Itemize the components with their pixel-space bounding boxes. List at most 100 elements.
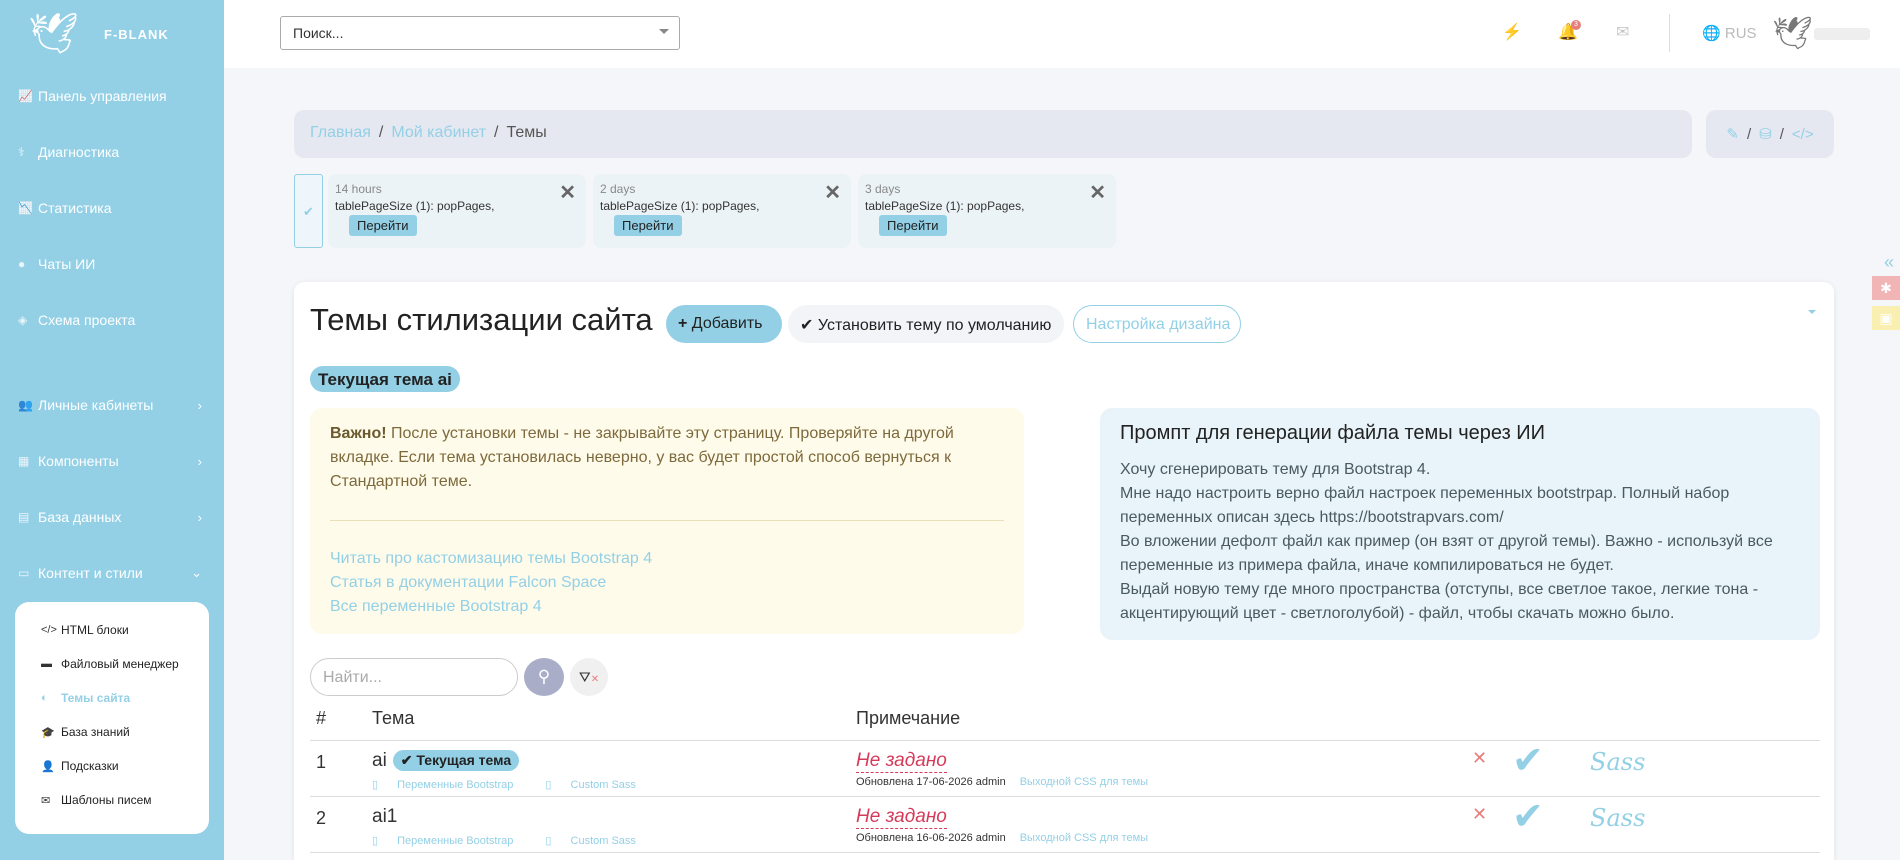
monitor-icon[interactable]: ▣ xyxy=(1872,306,1900,330)
chevron-down-icon[interactable] xyxy=(1808,310,1816,314)
language-switch[interactable]: 🌐 RUS xyxy=(1702,24,1757,42)
breadcrumb-home[interactable]: Главная xyxy=(310,124,371,141)
submenu-item-label: Подсказки xyxy=(61,759,119,773)
graduation-icon: 🎓 xyxy=(41,726,55,739)
delete-icon[interactable]: ✕ xyxy=(1472,748,1487,769)
username-placeholder[interactable] xyxy=(1814,28,1870,40)
breadcrumb-separator: / xyxy=(1779,125,1784,143)
logo-text: F-BLANK xyxy=(104,26,169,42)
sidebar-item-database[interactable]: ▤ База данных › xyxy=(0,489,224,545)
link-falcon-docs[interactable]: Статья в документации Falcon Space xyxy=(330,571,1004,595)
dove-logo-icon: 🕊 xyxy=(28,12,79,56)
language-label: RUS xyxy=(1724,25,1757,42)
design-settings-button[interactable]: Настройка дизайна xyxy=(1073,305,1241,343)
sidebar-item-content[interactable]: ▭ Контент и стили ⌄ xyxy=(0,545,224,601)
bug-icon[interactable]: ✱ xyxy=(1872,276,1900,300)
output-css-link[interactable]: Выходной CSS для темы xyxy=(1020,832,1148,844)
set-default-label: Установить тему по умолчанию xyxy=(817,317,1052,334)
current-theme-tag-label: Текущая тема xyxy=(416,752,512,769)
double-chevron-left-icon[interactable]: « xyxy=(1884,252,1894,273)
theme-name-text: ai xyxy=(372,750,387,771)
close-icon[interactable]: ✕ xyxy=(824,180,841,205)
breadcrumb-separator: / xyxy=(494,124,499,141)
submenu-item-label: Файловый менеджер xyxy=(61,657,179,671)
avatar[interactable]: 🕊 xyxy=(1772,14,1813,52)
warning-box: Важно! После установки темы - не закрыва… xyxy=(310,408,1024,634)
sidebar-item-dashboard[interactable]: 📈 Панель управления xyxy=(0,68,224,124)
theme-name[interactable]: ai1 xyxy=(372,806,397,828)
clear-filter-button[interactable]: ⛛✕ xyxy=(570,658,608,696)
submenu-item-knowledge[interactable]: 🎓 База знаний xyxy=(15,715,209,749)
submenu-item-hints[interactable]: 👤 Подсказки xyxy=(15,749,209,783)
sidebar-item-ai-chats[interactable]: ● Чаты ИИ xyxy=(0,236,224,292)
database-icon[interactable]: ⛁ xyxy=(1759,125,1772,143)
sidebar-item-components[interactable]: ▦ Компоненты › xyxy=(0,433,224,489)
note-editable[interactable]: Не задано xyxy=(856,806,947,829)
breadcrumb-separator: / xyxy=(1746,125,1752,143)
envelope-icon[interactable]: ✉ xyxy=(1616,22,1629,42)
add-button[interactable]: + Добавить xyxy=(666,305,782,343)
link-bootstrap-vars[interactable]: Все переменные Bootstrap 4 xyxy=(330,595,1004,619)
file-icon: ▯ xyxy=(545,835,552,847)
prompt-title: Промпт для генерации файла темы через ИИ xyxy=(1120,422,1546,444)
submenu-item-mail-templates[interactable]: ✉ Шаблоны писем xyxy=(15,783,209,817)
recent-go-button[interactable]: Перейти xyxy=(614,215,682,236)
logo[interactable]: 🕊 F-BLANK xyxy=(0,0,224,68)
breadcrumb-separator: / xyxy=(378,124,384,141)
table-search-input[interactable]: Найти... xyxy=(310,658,518,696)
recent-go-button[interactable]: Перейти xyxy=(349,215,417,236)
submenu-item-themes[interactable]: ◐ Темы сайта xyxy=(15,681,209,715)
warning-bold: Важно! xyxy=(330,425,387,442)
file-icon: ▯ xyxy=(545,779,552,791)
components-icon: ▦ xyxy=(18,454,30,468)
custom-sass-link[interactable]: ▯ Custom Sass xyxy=(545,835,652,847)
search-button[interactable]: ⚲ xyxy=(524,658,564,696)
recent-card: 14 hours tablePageSize (1): popPages, Пе… xyxy=(328,174,586,248)
sidebar-item-diagnostics[interactable]: ⚕ Диагностика xyxy=(0,124,224,180)
bootstrap-vars-link[interactable]: ▯ Переменные Bootstrap xyxy=(372,779,529,791)
submenu-item-html-blocks[interactable]: </> HTML блоки xyxy=(15,613,209,647)
delete-icon[interactable]: ✕ xyxy=(1472,804,1487,825)
updated-text: Обновлена 16-06-2026 admin xyxy=(856,832,1006,844)
updated-info: Обновлена 17-06-2026 admin Выходной CSS д… xyxy=(856,776,1148,788)
bootstrap-vars-link[interactable]: ▯ Переменные Bootstrap xyxy=(372,835,529,847)
code-icon[interactable]: </> xyxy=(1792,126,1814,143)
output-css-link[interactable]: Выходной CSS для темы xyxy=(1020,776,1148,788)
breadcrumb-tools: ✎ / ⛁ / </> xyxy=(1706,110,1834,158)
check-icon: ✔ xyxy=(400,752,413,769)
divider xyxy=(1669,14,1670,52)
search-input[interactable]: Поиск... xyxy=(280,16,680,50)
sass-logo-icon[interactable]: Sass xyxy=(1590,804,1645,832)
recent-text: tablePageSize (1): popPages, xyxy=(335,199,495,213)
apply-check-icon[interactable]: ✔ xyxy=(1512,794,1544,839)
apply-check-icon[interactable]: ✔ xyxy=(1512,738,1544,783)
set-default-theme-button[interactable]: ✔ Установить тему по умолчанию xyxy=(788,305,1064,343)
folder-icon: ▬ xyxy=(41,658,52,670)
recent-check-button[interactable]: ✔ xyxy=(294,174,323,248)
current-theme-badge: Текущая тема ai xyxy=(310,366,460,392)
add-button-label: Добавить xyxy=(691,315,763,332)
check-icon: ✔ xyxy=(800,317,814,334)
note-editable[interactable]: Не задано xyxy=(856,750,947,773)
column-header-note: Примечание xyxy=(856,708,961,728)
edit-icon[interactable]: ✎ xyxy=(1726,125,1739,143)
sidebar-item-cabinets[interactable]: 👥 Личные кабинеты › xyxy=(0,377,224,433)
sidebar-item-scheme[interactable]: ◈ Схема проекта xyxy=(0,292,224,348)
page-title: Темы стилизации сайта xyxy=(310,302,653,337)
custom-sass-link[interactable]: ▯ Custom Sass xyxy=(545,779,652,791)
close-icon[interactable]: ✕ xyxy=(559,180,576,205)
submenu-item-file-manager[interactable]: ▬ Файловый менеджер xyxy=(15,647,209,681)
recent-text: tablePageSize (1): popPages, xyxy=(865,199,1025,213)
theme-links: ▯ Переменные Bootstrap ▯ Custom Sass xyxy=(372,834,668,847)
link-bootstrap-customization[interactable]: Читать про кастомизацию темы Bootstrap 4 xyxy=(330,547,1004,571)
sidebar-item-stats[interactable]: 📉 Статистика xyxy=(0,180,224,236)
sass-logo-icon[interactable]: Sass xyxy=(1590,748,1645,776)
close-icon[interactable]: ✕ xyxy=(1089,180,1106,205)
theme-name[interactable]: ai ✔ Текущая тема xyxy=(372,750,520,772)
column-header-theme: Тема xyxy=(372,708,415,728)
prompt-line: Мне надо настроить верно файл настроек п… xyxy=(1120,485,1730,526)
lightning-icon[interactable]: ⚡ xyxy=(1502,22,1522,42)
current-theme-tag: ✔ Текущая тема xyxy=(392,750,520,772)
recent-go-button[interactable]: Перейти xyxy=(879,215,947,236)
breadcrumb-cabinet[interactable]: Мой кабинет xyxy=(391,124,486,141)
